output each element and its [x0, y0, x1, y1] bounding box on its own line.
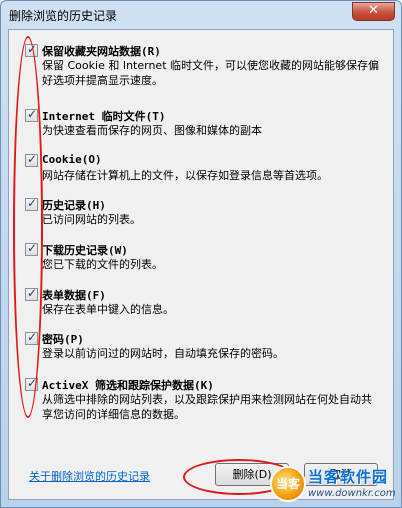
checkmark-icon: ✓	[27, 376, 38, 390]
checkmark-icon: ✓	[27, 107, 38, 121]
option-description: 登录以前访问过的网站时，自动填充保存的密码。	[42, 347, 284, 360]
option-label: ActiveX 筛选和跟踪保护数据(K)	[42, 379, 214, 392]
option-description: 您已下载的文件的列表。	[42, 258, 163, 271]
logo-badge-icon: 当客	[270, 466, 306, 502]
option-label: Cookie(O)	[42, 153, 102, 166]
option-description: 从筛选中排除的网站列表，以及跟踪保护用来检测网站在何处自动共享您访问的详细信息的…	[42, 393, 372, 421]
watermark-brand: 当客软件园	[308, 468, 389, 486]
checkbox[interactable]: ✓	[25, 42, 38, 57]
checkbox[interactable]: ✓	[25, 330, 38, 345]
option-description: 已访问网站的列表。	[42, 213, 141, 226]
checkmark-icon: ✓	[27, 42, 38, 56]
option-label: 表单数据(F)	[42, 289, 106, 302]
watermark-url: www.downkr.com	[308, 488, 396, 499]
checkbox[interactable]: ✓	[25, 286, 38, 301]
checkmark-icon: ✓	[27, 330, 38, 344]
checkbox[interactable]: ✓	[25, 152, 38, 167]
option-label: 历史记录(H)	[42, 199, 106, 212]
checkmark-icon: ✓	[27, 152, 38, 166]
about-delete-history-link[interactable]: 关于删除浏览的历史记录	[29, 468, 150, 484]
title-bar: 删除浏览的历史记录 ✕	[1, 1, 401, 29]
option-description: 保存在表单中键入的信息。	[42, 303, 174, 316]
option-description: 保留 Cookie 和 Internet 临时文件，可以使您收藏的网站能够保存偏…	[42, 59, 379, 87]
dialog-content: ✓ 保留收藏夹网站数据(R) 保留 Cookie 和 Internet 临时文件…	[8, 29, 394, 500]
option-label: 密码(P)	[42, 333, 84, 346]
checkmark-icon: ✓	[27, 286, 38, 300]
dialog-window: 删除浏览的历史记录 ✕ ✓ 保留收藏夹网站数据(R) 保留 Cookie 和 I…	[0, 0, 402, 508]
option-description: 为快速查看而保存的网页、图像和媒体的副本	[42, 124, 262, 137]
dialog-title: 删除浏览的历史记录	[9, 9, 118, 23]
option-label: 下载历史记录(W)	[42, 244, 128, 257]
checkbox[interactable]: ✓	[25, 196, 38, 211]
checkmark-icon: ✓	[27, 196, 38, 210]
option-description: 网站存储在计算机上的文件，以保存如登录信息等首选项。	[42, 169, 328, 182]
checkmark-icon: ✓	[27, 241, 38, 255]
checkbox[interactable]: ✓	[25, 241, 38, 256]
watermark-logo: 当客 当客软件园 www.downkr.com	[270, 466, 400, 506]
close-icon: ✕	[368, 3, 379, 18]
option-label: 保留收藏夹网站数据(R)	[42, 45, 161, 58]
checkbox[interactable]: ✓	[25, 376, 38, 391]
close-button[interactable]: ✕	[352, 2, 395, 21]
option-label: Internet 临时文件(T)	[42, 110, 166, 123]
checkbox[interactable]: ✓	[25, 107, 38, 122]
